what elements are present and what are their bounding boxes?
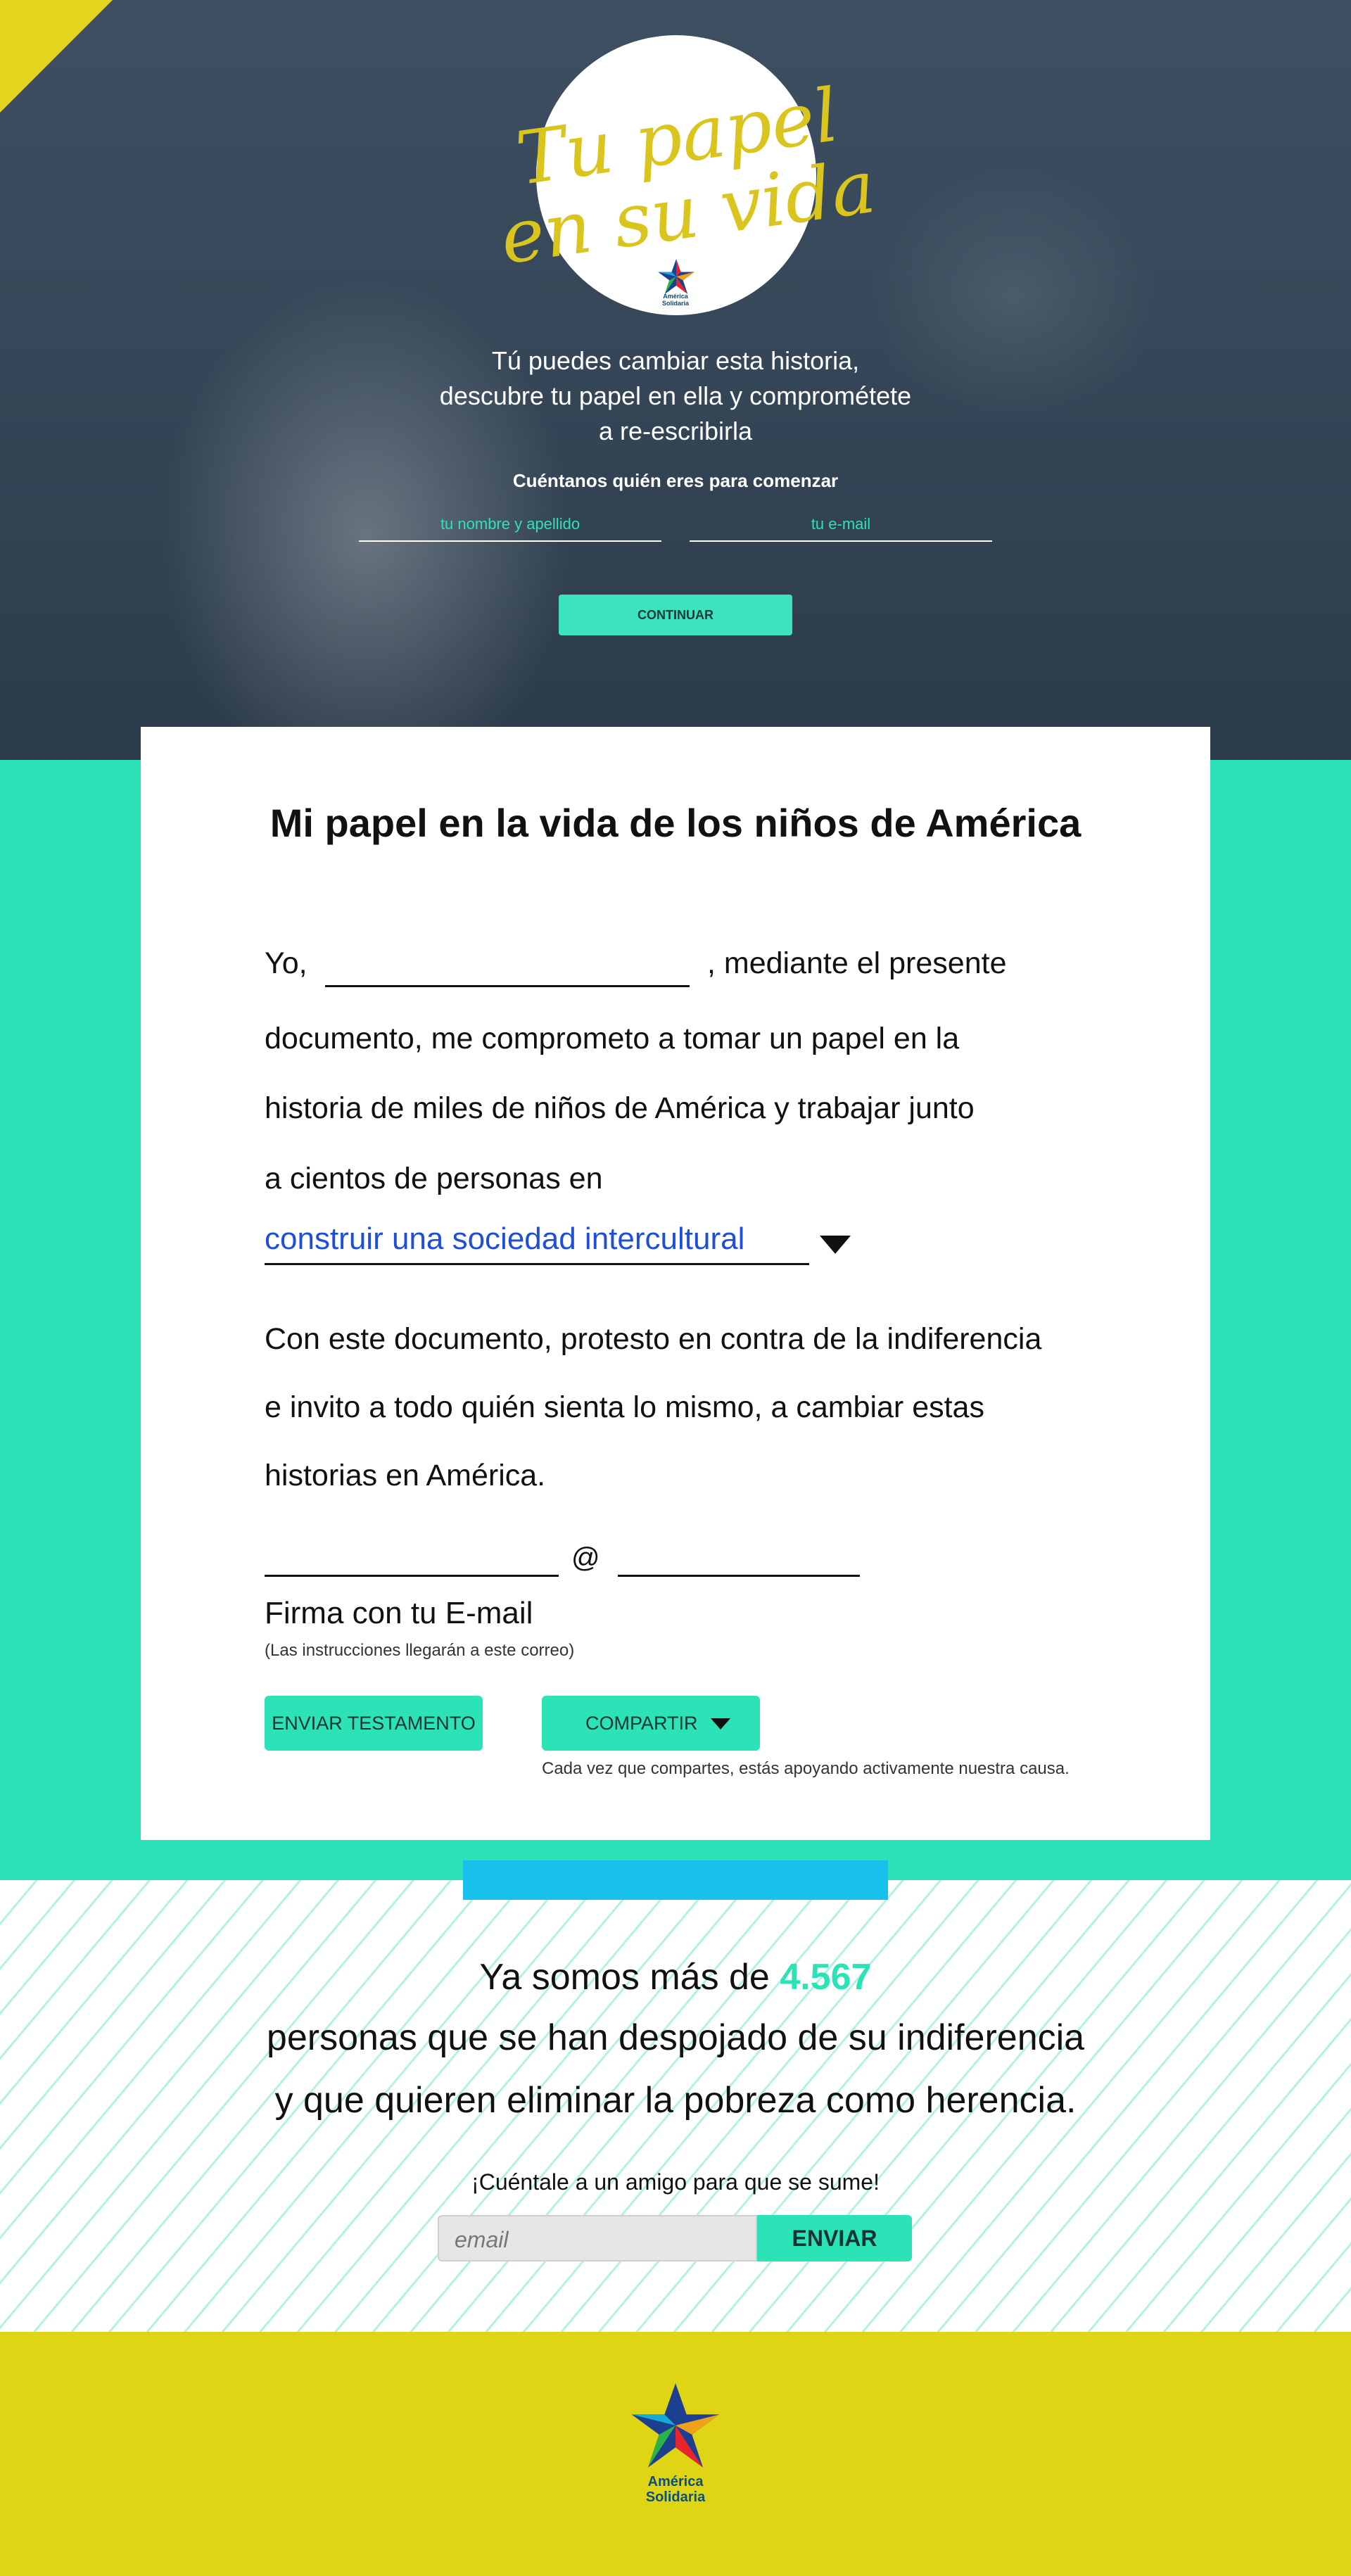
supporter-count: 4.567 [780, 1957, 872, 1998]
hero-tagline: Tú puedes cambiar esta historia, descubr… [324, 343, 1027, 449]
tell-friend-text: ¡Cuéntale a un amigo para que se sume! [471, 2169, 880, 2195]
share-button[interactable]: COMPARTIR [542, 1696, 760, 1751]
counter-line-1: Ya somos más de 4.567 [0, 1956, 1351, 1998]
friend-send-button[interactable]: ENVIAR [757, 2215, 912, 2261]
protest-line-2: e invito a todo quién sienta lo mismo, a… [265, 1390, 984, 1424]
protest-line-3: historias en América. [265, 1459, 546, 1492]
pledge-card [141, 727, 1210, 1840]
counter-line-2: personas que se han despojado de su indi… [266, 2017, 1085, 2058]
signature-label: Firma con tu E-mail [265, 1596, 533, 1630]
tagline-line-1: Tú puedes cambiar esta historia, [491, 346, 860, 375]
at-sign: @ [571, 1542, 600, 1573]
card-title: Mi papel en la vida de los niños de Amér… [269, 801, 1082, 845]
pledge-line-1: , mediante el presente [707, 946, 1007, 980]
counter-line-3: y que quieren eliminar la pobreza como h… [274, 2080, 1077, 2121]
corner-accent [0, 0, 113, 113]
share-note: Cada vez que compartes, estás apoyando a… [542, 1759, 1070, 1778]
footer-brand-line-1: América [647, 2474, 704, 2489]
counter-prefix: Ya somos más de [479, 1957, 770, 1998]
hero-brand-line-1: América [663, 293, 688, 300]
email-input[interactable]: tu e-mail [690, 508, 992, 542]
hero-prompt: Cuéntanos quién eres para comenzar [512, 470, 839, 491]
signature-email-domain-field[interactable] [618, 1548, 860, 1577]
pledge-line-3: historia de miles de niños de América y … [265, 1091, 975, 1125]
chevron-down-icon[interactable] [820, 1236, 851, 1254]
share-button-label: COMPARTIR [585, 1713, 698, 1734]
footer-brand-line-2: Solidaria [645, 2489, 706, 2505]
pledge-line-4: a cientos de personas en [265, 1162, 603, 1195]
hero-brand-line-2: Solidaria [661, 300, 689, 307]
pledge-line-2: documento, me comprometo a tomar un pape… [265, 1022, 960, 1055]
send-pledge-button[interactable]: ENVIAR TESTAMENTO [265, 1696, 483, 1751]
tagline-line-2: descubre tu papel en ella y comprométete [439, 381, 912, 410]
hero-brand-text: América Solidaria [647, 293, 704, 307]
pledge-name-field[interactable] [325, 953, 690, 987]
section-divider-bar [463, 1860, 888, 1900]
cause-select[interactable]: construir una sociedad intercultural [265, 1217, 809, 1265]
signature-email-user-field[interactable] [265, 1548, 559, 1577]
tagline-line-3: a re-escribirla [598, 417, 753, 445]
name-input[interactable]: tu nombre y apellido [359, 508, 661, 542]
america-solidaria-star-icon [658, 259, 694, 294]
pledge-yo: Yo, [265, 946, 307, 980]
protest-line-1: Con este documento, protesto en contra d… [265, 1322, 1042, 1356]
footer-brand: América Solidaria [605, 2474, 746, 2505]
friend-email-input[interactable]: email [438, 2215, 757, 2261]
signature-note: (Las instrucciones llegarán a este corre… [265, 1641, 575, 1660]
america-solidaria-star-icon [631, 2383, 720, 2468]
continue-button[interactable]: CONTINUAR [559, 595, 792, 635]
chevron-down-icon [711, 1718, 730, 1730]
